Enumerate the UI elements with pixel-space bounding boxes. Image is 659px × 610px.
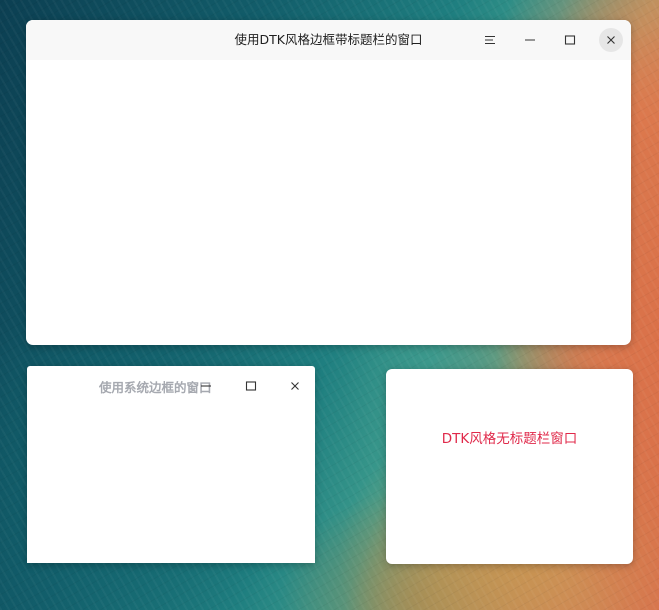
minimize-icon [524,34,536,46]
close-button[interactable] [283,374,307,398]
minimize-icon [200,380,212,392]
window-titlebar[interactable]: 使用DTK风格边框带标题栏的窗口 [26,20,631,60]
window-label: DTK风格无标题栏窗口 [441,431,578,447]
maximize-icon [245,380,257,392]
close-icon [290,381,300,391]
minimize-button[interactable] [518,28,542,52]
maximize-button[interactable] [239,374,263,398]
dtk-no-titlebar-window[interactable]: DTK风格无标题栏窗口 [386,369,633,564]
minimize-button[interactable] [194,374,218,398]
close-button[interactable] [599,28,623,52]
maximize-button[interactable] [558,28,582,52]
system-frame-window[interactable]: 使用系统边框的窗口 [27,366,315,563]
menu-button[interactable] [478,28,502,52]
dtk-titlebar-window[interactable]: 使用DTK风格边框带标题栏的窗口 [26,20,631,345]
close-icon [606,35,616,45]
menu-icon [484,34,496,46]
maximize-icon [564,34,576,46]
